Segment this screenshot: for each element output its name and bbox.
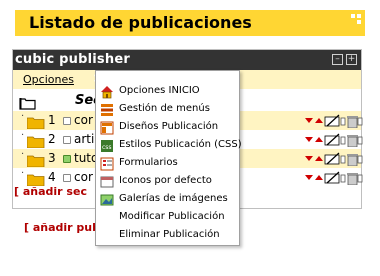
menu-item-label: Iconos por defecto (119, 175, 212, 186)
corner-grid-icon (351, 14, 361, 24)
row-actions (305, 151, 363, 167)
add-section-link[interactable]: [ añadir sec (14, 185, 87, 198)
menu-item-label: Formularios (119, 157, 178, 168)
menu-item-label: Gestión de menús (119, 103, 210, 114)
trash-icon (347, 173, 358, 186)
menu-item-disenos-publicacion[interactable]: Diseños Publicación (96, 119, 239, 136)
move-up-arrow-icon (315, 175, 323, 180)
form-icon (100, 156, 114, 171)
row-actions (305, 113, 363, 129)
row-number: 4 (48, 170, 56, 184)
panel-title: cubic publisher (15, 52, 130, 67)
status-dot (63, 136, 71, 144)
move-down-arrow-icon (305, 175, 313, 180)
page-title: Listado de publicaciones (29, 13, 252, 32)
row-number: 1 (48, 113, 56, 127)
move-up-arrow-icon (315, 118, 323, 123)
menu-item-eliminar-publicacion[interactable]: Eliminar Publicación (96, 227, 239, 244)
minimize-button[interactable]: – (332, 54, 343, 65)
edit-icon (324, 152, 340, 165)
menu-item-formularios[interactable]: Formularios (96, 155, 239, 172)
status-dot (63, 117, 71, 125)
menu-list-icon (100, 102, 114, 116)
default-icon (100, 174, 114, 188)
properties-icon (340, 155, 346, 164)
edit-icon (324, 171, 340, 184)
opciones-menu-link[interactable]: Opciones (23, 73, 74, 86)
menu-item-label: Estilos Publicación (CSS) (119, 139, 242, 150)
status-dot (63, 174, 71, 182)
move-down-arrow-icon (305, 137, 313, 142)
row-number: 3 (48, 151, 56, 165)
menu-item-estilos-css[interactable]: css Estilos Publicación (CSS) (96, 137, 242, 154)
layout-icon (100, 120, 114, 135)
row-actions (305, 170, 363, 186)
row-label[interactable]: cor (74, 113, 93, 127)
menu-item-label: Galerías de imágenes (119, 193, 228, 204)
trash-icon (347, 135, 358, 148)
edit-icon (324, 133, 340, 146)
trash-icon (347, 154, 358, 167)
page-title-bar: Listado de publicaciones (15, 10, 365, 36)
row-actions (305, 132, 363, 148)
home-icon (100, 84, 114, 99)
properties-icon (340, 117, 346, 126)
row-label[interactable]: arti (74, 132, 94, 146)
menu-item-label: Opciones INICIO (119, 85, 200, 96)
menu-item-label: Eliminar Publicación (119, 229, 220, 240)
menu-item-galerias-imagenes[interactable]: Galerías de imágenes (96, 191, 239, 208)
maximize-button[interactable]: + (346, 54, 357, 65)
move-down-arrow-icon (305, 118, 313, 123)
panel-header: cubic publisher – + (13, 50, 361, 70)
move-up-arrow-icon (315, 137, 323, 142)
opciones-dropdown-menu: Opciones INICIO Gestión de menús Diseños… (95, 70, 242, 246)
menu-item-label: Modificar Publicación (119, 211, 225, 222)
menu-item-gestion-menus[interactable]: Gestión de menús (96, 101, 239, 118)
image-gallery-icon (100, 192, 114, 206)
edit-icon (324, 114, 340, 127)
trash-icon (347, 116, 358, 129)
row-label[interactable]: cor (74, 170, 93, 184)
css-icon: css (100, 138, 114, 152)
move-up-arrow-icon (315, 156, 323, 161)
menu-item-opciones-inicio[interactable]: Opciones INICIO (96, 83, 239, 100)
row-number: 2 (48, 132, 56, 146)
add-publication-link[interactable]: [ añadir publ (24, 221, 104, 234)
svg-text:css: css (102, 144, 112, 151)
status-dot (63, 155, 71, 163)
move-down-arrow-icon (305, 156, 313, 161)
properties-icon (340, 136, 346, 145)
menu-item-label: Diseños Publicación (119, 121, 219, 132)
menu-item-iconos-defecto[interactable]: Iconos por defecto (96, 173, 239, 190)
menu-item-modificar-publicacion[interactable]: Modificar Publicación (96, 209, 239, 226)
properties-icon (340, 174, 346, 183)
